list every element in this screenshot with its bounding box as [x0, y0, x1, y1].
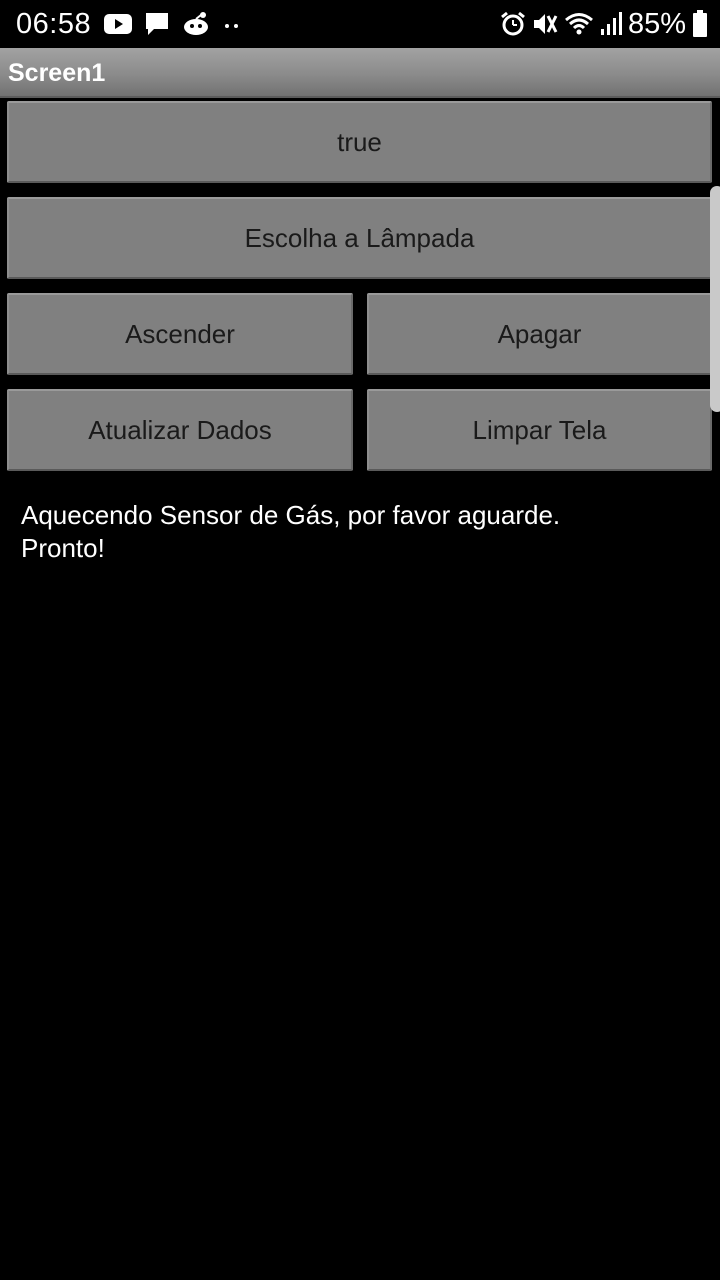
screen-title: Screen1: [8, 59, 106, 87]
signal-icon: [600, 11, 622, 37]
mute-icon: [532, 11, 558, 37]
reddit-icon: [182, 11, 210, 37]
more-dots-icon: [222, 14, 242, 34]
log-line: Aquecendo Sensor de Gás, por favor aguar…: [21, 500, 561, 530]
notification-icons: [104, 10, 242, 38]
message-icon: [144, 11, 170, 37]
youtube-icon: [104, 13, 132, 35]
status-bar: 06:58 85%: [0, 0, 720, 48]
battery-percentage: 85%: [627, 8, 686, 40]
log-text: Aquecendo Sensor de Gás, por favor aguar…: [21, 499, 701, 565]
update-data-button[interactable]: Atualizar Dados: [7, 389, 353, 471]
clear-screen-button[interactable]: Limpar Tela: [367, 389, 712, 471]
alarm-icon: [500, 11, 526, 37]
choose-lamp-button[interactable]: Escolha a Lâmpada: [7, 197, 712, 279]
turn-on-button[interactable]: Ascender: [7, 293, 353, 375]
battery-icon: [692, 10, 708, 38]
system-icons: 85%: [500, 6, 708, 42]
turn-off-button[interactable]: Apagar: [367, 293, 712, 375]
log-line: Pronto!: [21, 533, 105, 563]
scrollbar-handle[interactable]: [710, 186, 720, 412]
title-bar: Screen1: [0, 48, 720, 98]
status-button[interactable]: true: [7, 101, 712, 183]
status-time: 06:58: [16, 8, 92, 40]
wifi-icon: [564, 11, 594, 37]
